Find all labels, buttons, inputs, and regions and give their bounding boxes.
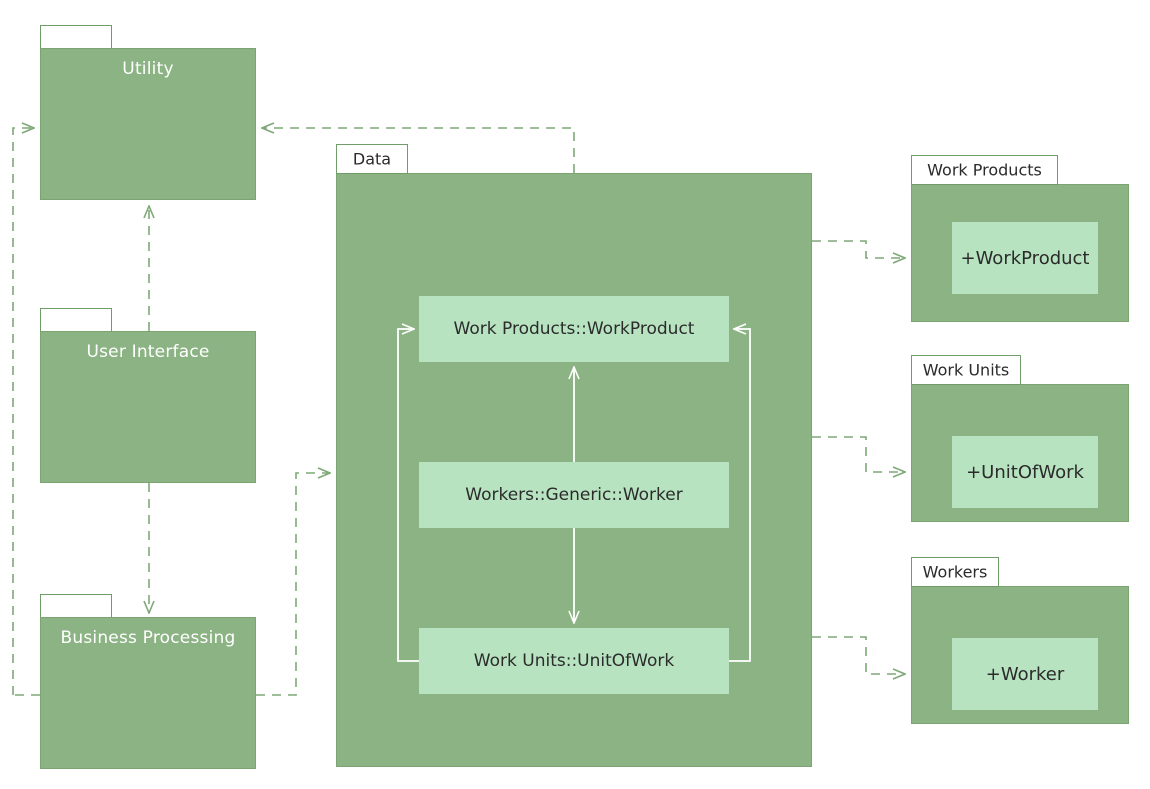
rel-unitofwork-to-workproduct-right [729, 329, 751, 662]
uml-package-diagram-canvas: Utility User Interface Business Processi… [0, 0, 1150, 789]
internal-relation-connectors-layer [397, 0, 751, 662]
internal-relation-edges [397, 329, 751, 662]
rel-unitofwork-to-workproduct-left [397, 329, 419, 662]
